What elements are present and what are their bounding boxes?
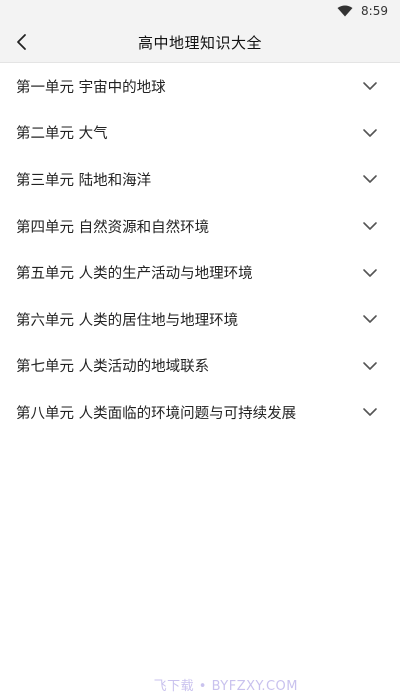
unit-item-6[interactable]: 第六单元 人类的居住地与地理环境 — [0, 296, 400, 343]
chevron-down-icon — [363, 129, 377, 137]
app-screen: 8:59 高中地理知识大全 第一单元 宇宙中的地球 第二单元 大气 第三单元 陆… — [0, 0, 400, 700]
unit-label: 第八单元 人类面临的环境问题与可持续发展 — [16, 405, 297, 422]
unit-item-4[interactable]: 第四单元 自然资源和自然环境 — [0, 203, 400, 250]
page-title: 高中地理知识大全 — [137, 33, 262, 52]
unit-item-5[interactable]: 第五单元 人类的生产活动与地理环境 — [0, 249, 400, 296]
unit-label: 第六单元 人类的居住地与地理环境 — [16, 312, 239, 329]
chevron-down-icon — [363, 408, 377, 417]
unit-item-8[interactable]: 第八单元 人类面临的环境问题与可持续发展 — [0, 389, 400, 436]
app-header: 高中地理知识大全 — [0, 22, 400, 63]
chevron-down-icon — [363, 362, 377, 370]
unit-label: 第四单元 自然资源和自然环境 — [16, 219, 210, 236]
watermark: 飞下载 • BYFZXY.COM — [153, 679, 298, 694]
unit-label: 第一单元 宇宙中的地球 — [16, 79, 166, 96]
unit-label: 第二单元 大气 — [16, 126, 108, 143]
chevron-down-icon — [363, 315, 377, 324]
chevron-left-icon — [17, 34, 26, 50]
chevron-down-icon — [363, 268, 377, 277]
unit-label: 第三单元 陆地和海洋 — [16, 172, 152, 189]
unit-list: 第一单元 宇宙中的地球 第二单元 大气 第三单元 陆地和海洋 第四单元 自然资源… — [0, 63, 400, 436]
back-button[interactable] — [6, 26, 38, 58]
chevron-down-icon — [363, 222, 377, 230]
chevron-down-icon — [363, 82, 377, 91]
unit-item-2[interactable]: 第二单元 大气 — [0, 110, 400, 157]
status-bar: 8:59 — [0, 0, 400, 22]
unit-label: 第七单元 人类活动的地域联系 — [16, 359, 210, 376]
status-time: 8:59 — [361, 4, 388, 18]
wifi-icon — [337, 5, 353, 17]
unit-label: 第五单元 人类的生产活动与地理环境 — [16, 266, 253, 283]
unit-item-7[interactable]: 第七单元 人类活动的地域联系 — [0, 343, 400, 390]
unit-item-3[interactable]: 第三单元 陆地和海洋 — [0, 156, 400, 203]
unit-item-1[interactable]: 第一单元 宇宙中的地球 — [0, 63, 400, 110]
chevron-down-icon — [363, 175, 377, 184]
